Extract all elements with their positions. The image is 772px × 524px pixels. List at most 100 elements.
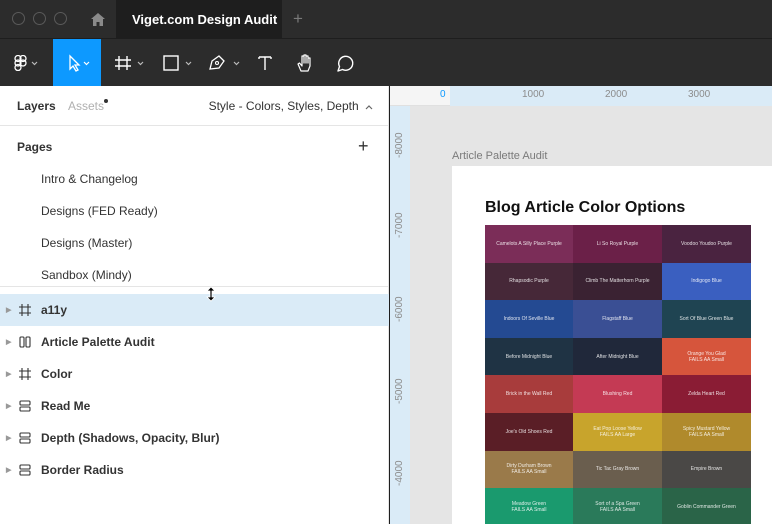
- page-item[interactable]: Designs (Master): [0, 227, 389, 259]
- layer-name: Depth (Shadows, Opacity, Blur): [41, 431, 220, 445]
- minimize-window-button[interactable]: [33, 12, 46, 25]
- shape-tool[interactable]: [158, 39, 198, 87]
- color-swatch[interactable]: Before Midnight Blue: [485, 337, 573, 376]
- color-swatch[interactable]: Empire Brown: [662, 450, 751, 489]
- frame-title: Blog Article Color Options: [485, 199, 686, 216]
- tab-layers[interactable]: Layers: [17, 99, 56, 113]
- maximize-window-button[interactable]: [54, 12, 67, 25]
- title-bar: Viget.com Design Audit +: [0, 0, 772, 38]
- color-swatch[interactable]: Blushing Red: [573, 375, 662, 413]
- home-button[interactable]: [84, 0, 112, 38]
- color-swatch[interactable]: Indigogo Blue: [662, 262, 751, 301]
- comment-icon: [337, 55, 354, 72]
- canvas[interactable]: 0 1000 2000 3000 -8000 -7000 -6000 -5000…: [390, 86, 772, 524]
- color-swatch[interactable]: Voodoo Youdoo Purple: [662, 225, 751, 263]
- color-swatch[interactable]: After Midnight Blue: [573, 337, 662, 376]
- color-swatch[interactable]: Sort Of Blue Green Blue: [662, 300, 751, 338]
- ruler-tick: -4000: [394, 460, 405, 486]
- color-swatch[interactable]: Climb The Matterhorn Purple: [573, 262, 662, 301]
- layer-row-article-palette-audit[interactable]: ▶ Article Palette Audit: [0, 326, 389, 358]
- color-swatch[interactable]: Dirty Durham Brown FAILS AA Small: [485, 450, 573, 489]
- plus-icon: +: [293, 9, 303, 28]
- hand-tool[interactable]: [290, 39, 320, 87]
- pages-layers-divider[interactable]: [0, 286, 389, 287]
- ruler-tick: -8000: [394, 132, 405, 158]
- page-item[interactable]: Designs (FED Ready): [0, 195, 389, 227]
- layer-row-read-me[interactable]: ▶ Read Me: [0, 390, 389, 422]
- color-swatch[interactable]: Flagstaff Blue: [573, 300, 662, 338]
- page-item-label: Designs (Master): [41, 236, 133, 250]
- color-swatch[interactable]: Tic Tac Gray Brown: [573, 450, 662, 489]
- ruler-top: 0 1000 2000 3000: [390, 86, 772, 106]
- panel-tabs: Layers Assets Style - Colors, Styles, De…: [0, 86, 389, 126]
- expand-caret-icon[interactable]: ▶: [6, 466, 11, 474]
- expand-caret-icon[interactable]: ▶: [6, 338, 11, 346]
- ruler-tick: -6000: [394, 296, 405, 322]
- color-swatch[interactable]: Meadow Green FAILS AA Small: [485, 488, 573, 524]
- expand-caret-icon[interactable]: ▶: [6, 370, 11, 378]
- ruler-tick: 2000: [605, 89, 628, 100]
- color-swatch[interactable]: Brick in the Wall Red: [485, 375, 573, 413]
- color-swatch[interactable]: Goblin Commander Green: [662, 488, 751, 524]
- layer-row-color[interactable]: ▶ Color: [0, 358, 389, 390]
- expand-caret-icon[interactable]: ▶: [6, 306, 11, 314]
- article-palette-frame[interactable]: Blog Article Color Options Camelots A Si…: [452, 166, 772, 524]
- move-tool[interactable]: [53, 39, 101, 87]
- color-swatch[interactable]: Rhapsodic Purple: [485, 262, 573, 301]
- figma-menu-icon: [14, 55, 38, 71]
- pen-icon: [209, 55, 240, 70]
- page-item-label: Intro & Changelog: [41, 172, 138, 186]
- text-tool[interactable]: [252, 39, 278, 87]
- ruler-tick: 1000: [522, 89, 545, 100]
- pen-tool[interactable]: [205, 39, 245, 87]
- layer-name: Article Palette Audit: [41, 335, 155, 349]
- page-item-label: Designs (FED Ready): [41, 204, 158, 218]
- resize-cursor-icon: [206, 286, 216, 302]
- page-picker[interactable]: Style - Colors, Styles, Depth: [209, 99, 373, 113]
- new-tab-button[interactable]: +: [288, 0, 308, 38]
- color-swatch[interactable]: Eat Pop Loose Yellow FAILS AA Large: [573, 412, 662, 451]
- layers-panel: Layers Assets Style - Colors, Styles, De…: [0, 86, 389, 524]
- layer-row-depth[interactable]: ▶ Depth (Shadows, Opacity, Blur): [0, 422, 389, 454]
- frame-label[interactable]: Article Palette Audit: [452, 150, 547, 162]
- hand-icon: [297, 54, 311, 72]
- tab-file[interactable]: Viget.com Design Audit: [116, 0, 282, 38]
- main-menu-button[interactable]: [6, 39, 46, 87]
- layer-name: Read Me: [41, 399, 91, 413]
- page-item-label: Sandbox (Mindy): [41, 268, 132, 282]
- chevron-up-icon: [365, 104, 373, 110]
- color-swatch[interactable]: Joe's Old Shoes Red: [485, 412, 573, 451]
- color-swatch[interactable]: Sort of a Spa Green FAILS AA Small: [573, 488, 662, 524]
- layer-row-border-radius[interactable]: ▶ Border Radius: [0, 454, 389, 486]
- move-icon: [69, 54, 90, 72]
- close-window-button[interactable]: [12, 12, 25, 25]
- layer-row-a11y[interactable]: ▶ a11y: [0, 294, 389, 326]
- color-swatch[interactable]: Indoors Of Seville Blue: [485, 300, 573, 338]
- color-swatch[interactable]: Camelots A Silly Place Purple: [485, 225, 573, 263]
- rows-icon: [19, 400, 31, 412]
- tab-title: Viget.com Design Audit: [132, 11, 278, 27]
- color-swatch[interactable]: Zelda Heart Red: [662, 375, 751, 413]
- layer-name: a11y: [41, 303, 68, 317]
- tab-assets[interactable]: Assets: [68, 99, 104, 113]
- pages-header: Pages: [17, 140, 53, 154]
- frame-icon: [19, 368, 31, 380]
- swatch-grid: Camelots A Silly Place Purple Li So Royal…: [485, 225, 751, 524]
- expand-caret-icon[interactable]: ▶: [6, 434, 11, 442]
- ruler-left: -8000 -7000 -6000 -5000 -4000: [390, 106, 410, 524]
- color-swatch[interactable]: Spicy Mustard Yellow FAILS AA Small: [662, 412, 751, 451]
- frame-icon: [115, 56, 144, 70]
- text-icon: [258, 56, 272, 70]
- add-page-button[interactable]: +: [358, 136, 369, 157]
- home-icon: [91, 12, 105, 26]
- rows-icon: [19, 464, 31, 476]
- frame-icon: [19, 304, 31, 316]
- page-item[interactable]: Intro & Changelog: [0, 163, 389, 195]
- expand-caret-icon[interactable]: ▶: [6, 402, 11, 410]
- color-swatch[interactable]: Li So Royal Purple: [573, 225, 662, 263]
- layer-name: Color: [41, 367, 73, 381]
- frame-tool[interactable]: [110, 39, 150, 87]
- comment-tool[interactable]: [330, 39, 360, 87]
- ruler-tick: -5000: [394, 378, 405, 404]
- color-swatch[interactable]: Orange You Glad FAILS AA Small: [662, 337, 751, 376]
